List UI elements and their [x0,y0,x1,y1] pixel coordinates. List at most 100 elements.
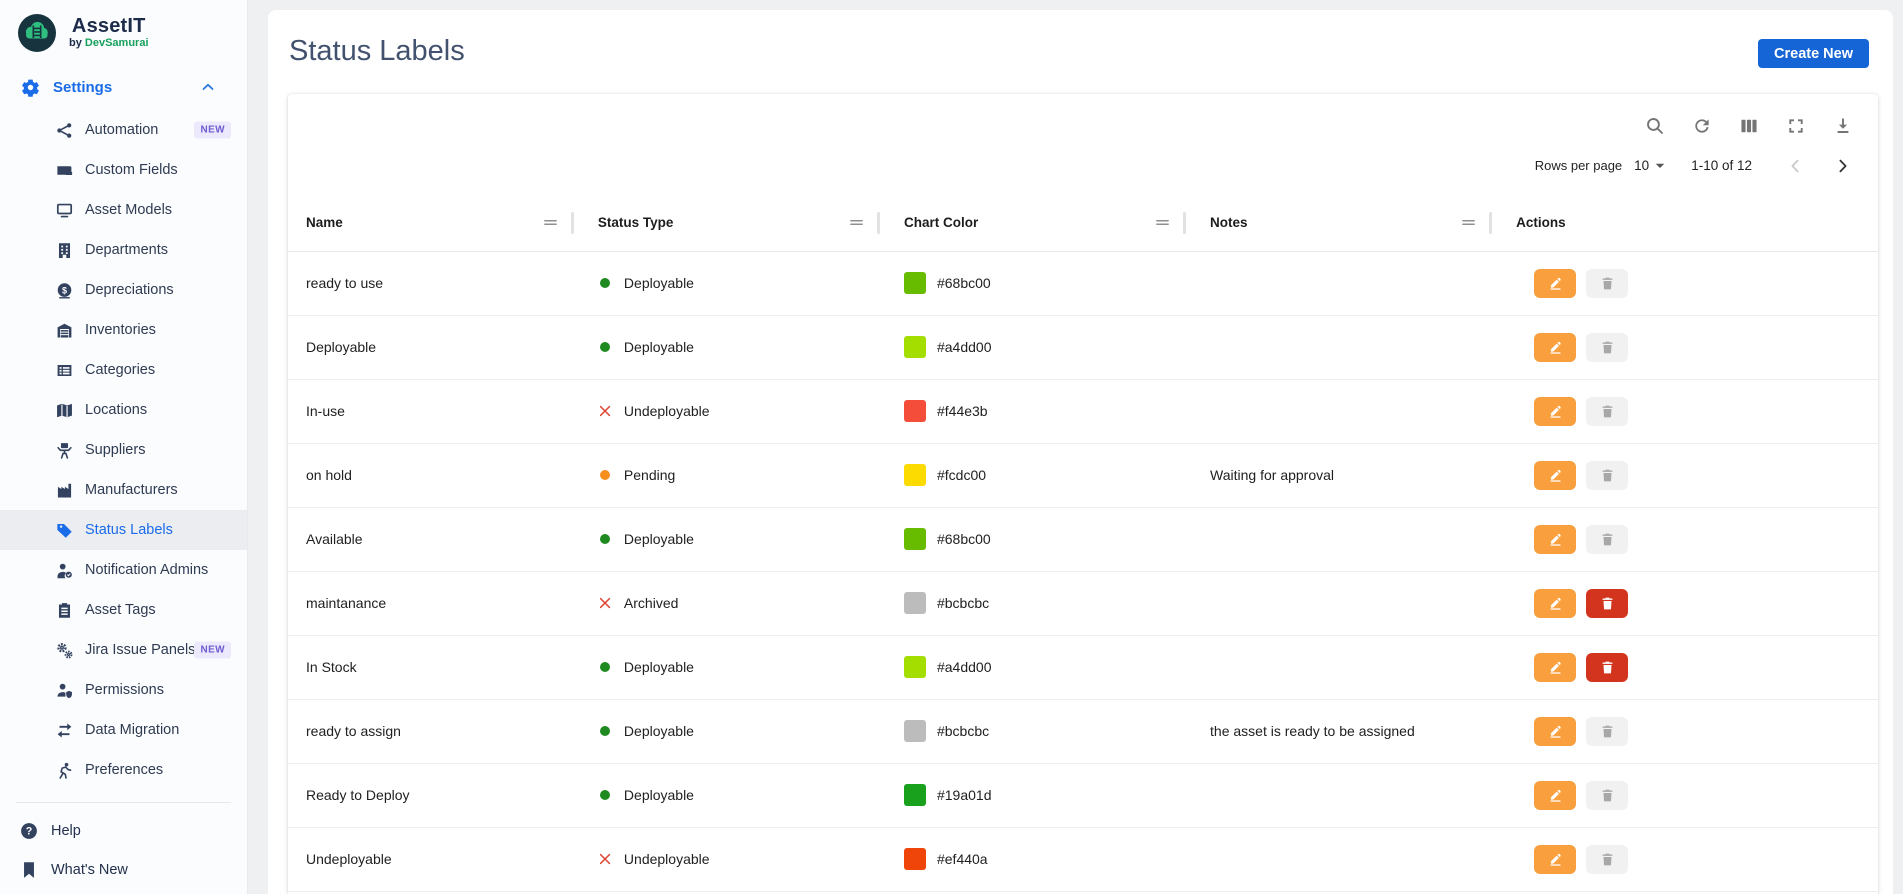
departments-icon [56,242,73,259]
sidebar-item-preferences[interactable]: Preferences [0,750,247,790]
chart-color-swatch [904,464,926,486]
edit-button[interactable] [1534,845,1576,874]
table-row: ready to use Deployable #68bc00 [288,251,1878,315]
table-row: Deployable Deployable #a4dd00 [288,315,1878,379]
sidebar-item-depreciations[interactable]: $ Depreciations [0,270,247,310]
delete-button[interactable] [1586,781,1628,810]
sidebar-item-custom-fields[interactable]: Custom Fields [0,150,247,190]
status-label: Deployable [624,723,694,739]
sidebar-item-label: Status Labels [85,522,173,538]
sidebar-item-asset-tags[interactable]: Asset Tags [0,590,247,630]
sidebar-item-locations[interactable]: Locations [0,390,247,430]
edit-button[interactable] [1534,653,1576,682]
edit-button[interactable] [1534,397,1576,426]
column-resize-handle[interactable] [877,212,880,234]
status-label: Deployable [624,275,694,291]
delete-button[interactable] [1586,589,1628,618]
create-new-button[interactable]: Create New [1758,39,1869,68]
chart-color-swatch [904,400,926,422]
status-label: Deployable [624,659,694,675]
chart-color-value: #f44e3b [937,403,988,419]
column-resize-handle[interactable] [571,212,574,234]
table-row: In-use Undeployable #f44e3b [288,379,1878,443]
sidebar-item-settings[interactable]: Settings [0,70,247,105]
sidebar-item-label: Asset Tags [85,602,156,618]
sidebar-item-status-labels[interactable]: Status Labels [0,510,247,550]
edit-button[interactable] [1534,461,1576,490]
chart-color-swatch [904,720,926,742]
cell-name: In-use [288,379,580,443]
delete-button[interactable] [1586,397,1628,426]
sidebar-item-asset-models[interactable]: Asset Models [0,190,247,230]
edit-button[interactable] [1534,525,1576,554]
delete-button[interactable] [1586,845,1628,874]
cell-status-type: Pending [580,443,886,507]
app-name: AssetIT [72,15,146,37]
edit-button[interactable] [1534,333,1576,362]
cell-status-type: Undeployable [580,827,886,891]
sidebar-item-label: Jira Issue Panels [85,642,195,658]
column-resize-handle[interactable] [1489,212,1492,234]
fullscreen-icon[interactable] [1786,116,1806,136]
column-drag-icon[interactable] [848,214,865,231]
column-header-chart-color[interactable]: Chart Color [886,195,1192,251]
status-dot-green-icon [598,340,612,354]
table-header-row: Name Status Type Chart Color Notes [288,195,1878,251]
sidebar-item-inventories[interactable]: Inventories [0,310,247,350]
delete-button[interactable] [1586,269,1628,298]
chart-color-value: #19a01d [937,787,992,803]
column-resize-handle[interactable] [1183,212,1186,234]
column-header-notes[interactable]: Notes [1192,195,1498,251]
column-drag-icon[interactable] [1460,214,1477,231]
delete-button[interactable] [1586,461,1628,490]
columns-icon[interactable] [1739,116,1759,136]
status-label: Deployable [624,531,694,547]
rows-per-page-select[interactable]: 10 [1634,158,1665,173]
sidebar-divider [16,802,231,803]
column-drag-icon[interactable] [1154,214,1171,231]
next-page-icon[interactable] [1838,159,1848,173]
cell-name: In Stock [288,635,580,699]
sidebar-item-label: Suppliers [85,442,145,458]
automation-icon [56,122,73,139]
cell-name: ready to assign [288,699,580,763]
sidebar-item-automation[interactable]: Automation NEW [0,110,247,150]
delete-button[interactable] [1586,653,1628,682]
sidebar-item-what-s-new[interactable]: What's New [0,850,247,889]
table-toolbar [288,94,1878,146]
chart-color-swatch [904,528,926,550]
download-icon[interactable] [1833,116,1853,136]
pagination-range: 1-10 of 12 [1691,158,1752,173]
edit-button[interactable] [1534,269,1576,298]
inventories-icon [56,322,73,339]
column-header-status-type[interactable]: Status Type [580,195,886,251]
status-dot-green-icon [598,788,612,802]
edit-button[interactable] [1534,717,1576,746]
cell-notes [1192,763,1498,827]
column-header-name[interactable]: Name [288,195,580,251]
cell-chart-color: #bcbcbc [886,699,1192,763]
delete-button[interactable] [1586,525,1628,554]
sidebar-item-permissions[interactable]: Permissions [0,670,247,710]
previous-page-icon[interactable] [1790,159,1800,173]
chart-color-value: #68bc00 [937,531,991,547]
sidebar-item-jira-issue-panels[interactable]: Jira Issue Panels NEW [0,630,247,670]
cell-name: Undeployable [288,827,580,891]
delete-button[interactable] [1586,333,1628,362]
cell-chart-color: #ef440a [886,827,1192,891]
sidebar-item-notification-admins[interactable]: Notification Admins [0,550,247,590]
refresh-icon[interactable] [1692,116,1712,136]
brand-name: DevSamurai [85,37,149,49]
sidebar-item-help[interactable]: ? Help [0,811,247,850]
status-label: Undeployable [624,403,710,419]
search-icon[interactable] [1645,116,1665,136]
delete-button[interactable] [1586,717,1628,746]
sidebar-item-manufacturers[interactable]: Manufacturers [0,470,247,510]
edit-button[interactable] [1534,781,1576,810]
sidebar-item-suppliers[interactable]: Suppliers [0,430,247,470]
sidebar-item-departments[interactable]: Departments [0,230,247,270]
column-drag-icon[interactable] [542,214,559,231]
sidebar-item-data-migration[interactable]: Data Migration [0,710,247,750]
edit-button[interactable] [1534,589,1576,618]
sidebar-item-categories[interactable]: Categories [0,350,247,390]
